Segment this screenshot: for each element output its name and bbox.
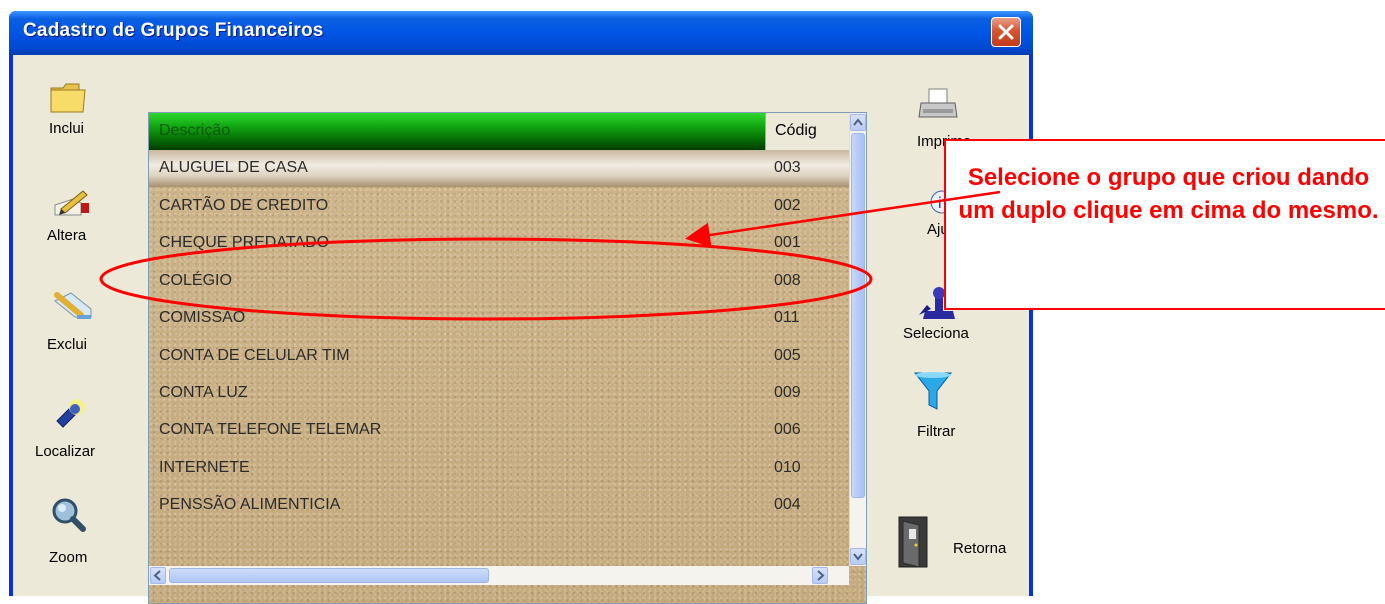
annotation-arrow — [685, 190, 1001, 248]
highlight-ellipse — [99, 237, 873, 321]
annotation-overlay — [99, 190, 1001, 321]
